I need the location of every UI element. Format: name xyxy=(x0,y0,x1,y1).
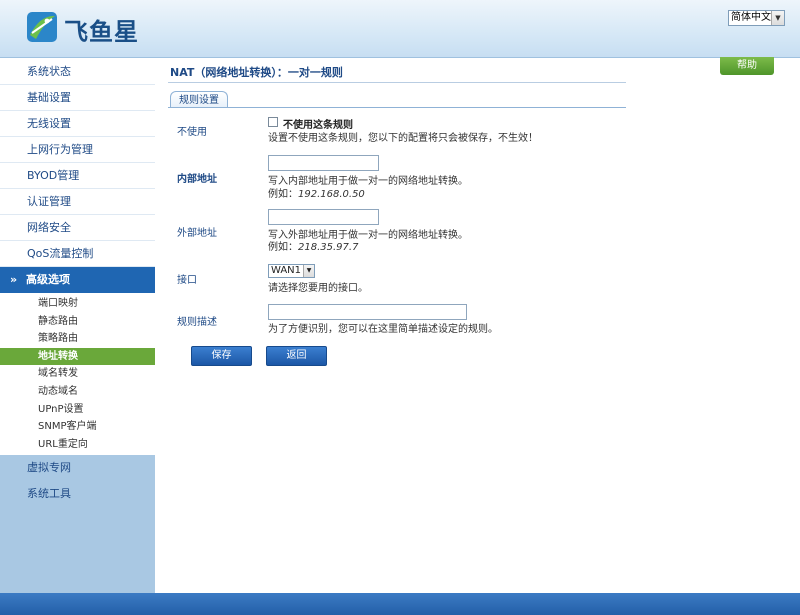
brand-name: 飞鱼星 xyxy=(64,18,139,46)
sidebar-item-label: BYOD管理 xyxy=(27,169,80,182)
internal-address-label: 内部地址 xyxy=(177,174,217,185)
disable-hint: 设置不使用这条规则，您以下的配置将只会被保存，不生效！ xyxy=(268,133,538,144)
internal-address-input[interactable] xyxy=(268,155,379,171)
submenu-item-static-route[interactable]: 静态路由 xyxy=(0,313,155,331)
sidebar-item-vpn[interactable]: 虚拟专网 xyxy=(0,455,155,482)
tab-rule-settings[interactable]: 规则设置 xyxy=(170,91,228,108)
disable-rule-checkbox[interactable] xyxy=(268,117,278,127)
example-value: 192.168.0.50 xyxy=(298,189,365,200)
description-input[interactable] xyxy=(268,304,467,320)
help-button[interactable]: 帮助 xyxy=(720,57,774,75)
external-address-input[interactable] xyxy=(268,209,379,225)
submenu-item-url-redirect[interactable]: URL重定向 xyxy=(0,436,155,454)
sidebar-item-auth[interactable]: 认证管理 xyxy=(0,189,155,215)
submenu-item-ddns[interactable]: 动态域名 xyxy=(0,383,155,401)
sidebar-item-label: 虚拟专网 xyxy=(27,461,71,475)
sidebar-item-tools[interactable]: 系统工具 xyxy=(0,481,155,508)
sidebar-item-label: 认证管理 xyxy=(27,195,71,208)
sidebar-item-basic-settings[interactable]: 基础设置 xyxy=(0,85,155,111)
header: 飞鱼星 简体中文 ▼ xyxy=(0,0,800,58)
sidebar-item-system-status[interactable]: 系统状态 xyxy=(0,59,155,85)
description-label: 规则描述 xyxy=(177,317,217,328)
sidebar-submenu: 端口映射 静态路由 策略路由 地址转换 域名转发 动态域名 UPnP设置 SNM… xyxy=(0,293,155,456)
logo: 飞鱼星 xyxy=(26,11,156,46)
page-title: NAT（网络地址转换）：一对一规则 xyxy=(170,66,343,79)
internal-address-example: 例如：192.168.0.50 xyxy=(268,185,365,200)
sidebar-item-label: QoS流量控制 xyxy=(27,247,94,260)
sidebar-item-advanced[interactable]: » 高级选项 xyxy=(0,267,155,293)
sidebar: 系统状态 基础设置 无线设置 上网行为管理 BYOD管理 认证管理 网络安全 Q… xyxy=(0,59,155,593)
interface-label: 接口 xyxy=(177,275,197,286)
save-button[interactable]: 保存 xyxy=(191,346,252,366)
example-prefix: 例如： xyxy=(268,242,298,253)
sidebar-item-behavior[interactable]: 上网行为管理 xyxy=(0,137,155,163)
submenu-item-upnp[interactable]: UPnP设置 xyxy=(0,401,155,419)
submenu-item-nat[interactable]: 地址转换 xyxy=(0,347,155,366)
language-select[interactable]: 简体中文 ▼ xyxy=(728,10,785,26)
external-address-label: 外部地址 xyxy=(177,228,217,239)
sidebar-bottom: 虚拟专网 系统工具 xyxy=(0,455,155,508)
footer-bar xyxy=(0,593,800,615)
sidebar-item-security[interactable]: 网络安全 xyxy=(0,215,155,241)
sidebar-item-label: 系统状态 xyxy=(27,65,71,78)
interface-value: WAN1 xyxy=(271,265,302,276)
sidebar-top: 系统状态 基础设置 无线设置 上网行为管理 BYOD管理 认证管理 网络安全 Q… xyxy=(0,59,155,456)
interface-select[interactable]: WAN1 ▼ xyxy=(268,264,315,278)
sidebar-item-label: 无线设置 xyxy=(27,117,71,130)
submenu-item-dns-forward[interactable]: 域名转发 xyxy=(0,365,155,383)
chevron-down-icon: ▼ xyxy=(771,11,784,25)
double-chevron-down-icon: » xyxy=(10,273,18,286)
interface-hint: 请选择您要用的接口。 xyxy=(268,283,368,294)
sidebar-item-label: 基础设置 xyxy=(27,91,71,104)
external-address-example: 例如：218.35.97.7 xyxy=(268,238,358,253)
sidebar-item-qos[interactable]: QoS流量控制 xyxy=(0,241,155,267)
sidebar-item-byod[interactable]: BYOD管理 xyxy=(0,163,155,189)
submenu-item-snmp[interactable]: SNMP客户端 xyxy=(0,418,155,436)
sidebar-item-label: 上网行为管理 xyxy=(27,143,93,156)
title-divider xyxy=(168,82,626,83)
language-value: 简体中文 xyxy=(731,12,771,23)
sidebar-item-label: 系统工具 xyxy=(27,487,71,501)
submenu-item-policy-route[interactable]: 策略路由 xyxy=(0,330,155,348)
back-button[interactable]: 返回 xyxy=(266,346,327,366)
sidebar-item-label: 网络安全 xyxy=(27,221,71,234)
logo-mark-icon xyxy=(27,12,57,42)
sidebar-item-label: 高级选项 xyxy=(26,273,70,286)
tab-divider xyxy=(168,107,626,108)
chevron-down-icon: ▼ xyxy=(303,265,314,277)
sidebar-item-wireless[interactable]: 无线设置 xyxy=(0,111,155,137)
example-value: 218.35.97.7 xyxy=(298,242,359,253)
disable-label: 不使用 xyxy=(177,127,207,138)
submenu-item-port-mapping[interactable]: 端口映射 xyxy=(0,295,155,313)
description-hint: 为了方便识别，您可以在这里简单描述设定的规则。 xyxy=(268,324,498,335)
example-prefix: 例如： xyxy=(268,189,298,200)
